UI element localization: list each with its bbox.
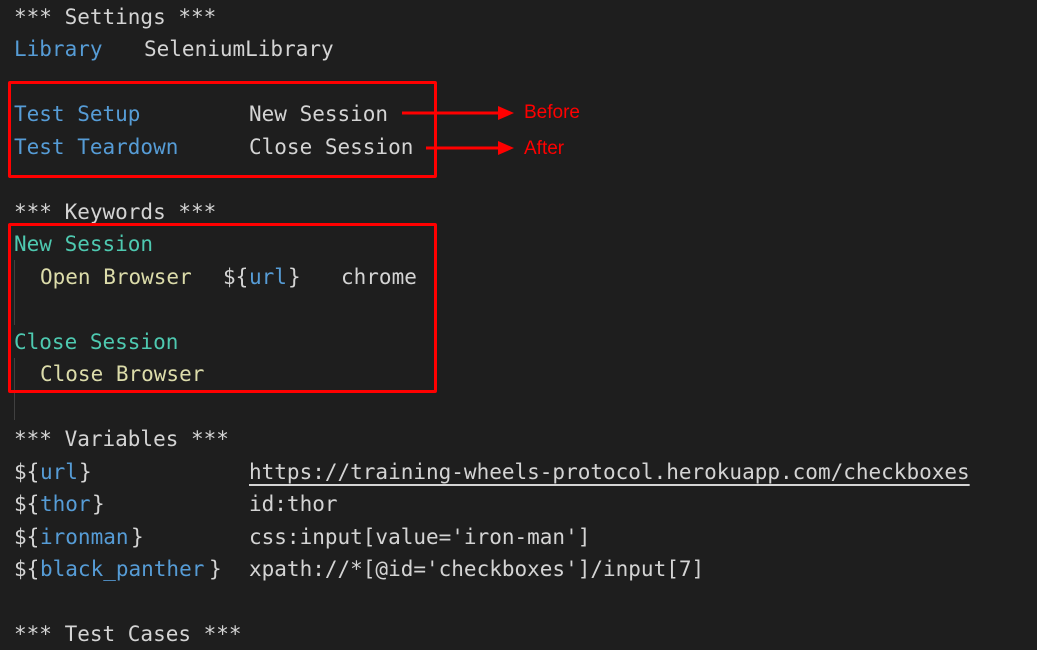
before-annotation-label: Before xyxy=(524,102,580,123)
variables-section-header: *** Variables *** xyxy=(14,427,229,451)
variable-close-brace: } xyxy=(79,460,92,484)
variable-open-brace: ${ xyxy=(14,492,40,516)
library-line[interactable]: Library SeleniumLibrary xyxy=(14,33,334,65)
variable-value-link[interactable]: https://training-wheels-protocol.herokua… xyxy=(249,456,970,488)
variable-name: url xyxy=(40,460,78,484)
variable-close-brace: } xyxy=(209,557,222,581)
variable-value: xpath://*[@id='checkboxes']/input[7] xyxy=(249,557,705,581)
variable-open-brace: ${ xyxy=(14,525,40,549)
keywords-highlight-box xyxy=(8,223,437,393)
settings-section-header: *** Settings *** xyxy=(14,5,217,29)
variable-open-brace: ${ xyxy=(14,557,40,581)
test-cases-section-header: *** Test Cases *** xyxy=(14,622,242,646)
variable-name: thor xyxy=(40,492,91,516)
variable-close-brace: } xyxy=(92,492,105,516)
variable-row[interactable]: ${ thor } id:thor xyxy=(14,488,338,520)
variable-close-brace: } xyxy=(131,525,144,549)
library-value: SeleniumLibrary xyxy=(144,37,334,61)
library-key: Library xyxy=(14,37,103,61)
code-editor[interactable]: *** Settings *** Library SeleniumLibrary… xyxy=(0,0,1037,650)
variable-row[interactable]: ${ ironman } css:input[value='iron-man'] xyxy=(14,521,590,553)
settings-highlight-box xyxy=(8,81,437,178)
variable-value: css:input[value='iron-man'] xyxy=(249,525,591,549)
variable-value: id:thor xyxy=(249,492,338,516)
after-annotation-label: After xyxy=(524,138,565,159)
variable-name: black_panther xyxy=(40,557,205,581)
variable-row[interactable]: ${ url } https://training-wheels-protoco… xyxy=(14,456,970,488)
variable-row[interactable]: ${ black_panther } xpath://*[@id='checkb… xyxy=(14,553,704,585)
variable-name: ironman xyxy=(40,525,129,549)
after-arrow xyxy=(426,141,514,155)
variable-open-brace: ${ xyxy=(14,460,40,484)
